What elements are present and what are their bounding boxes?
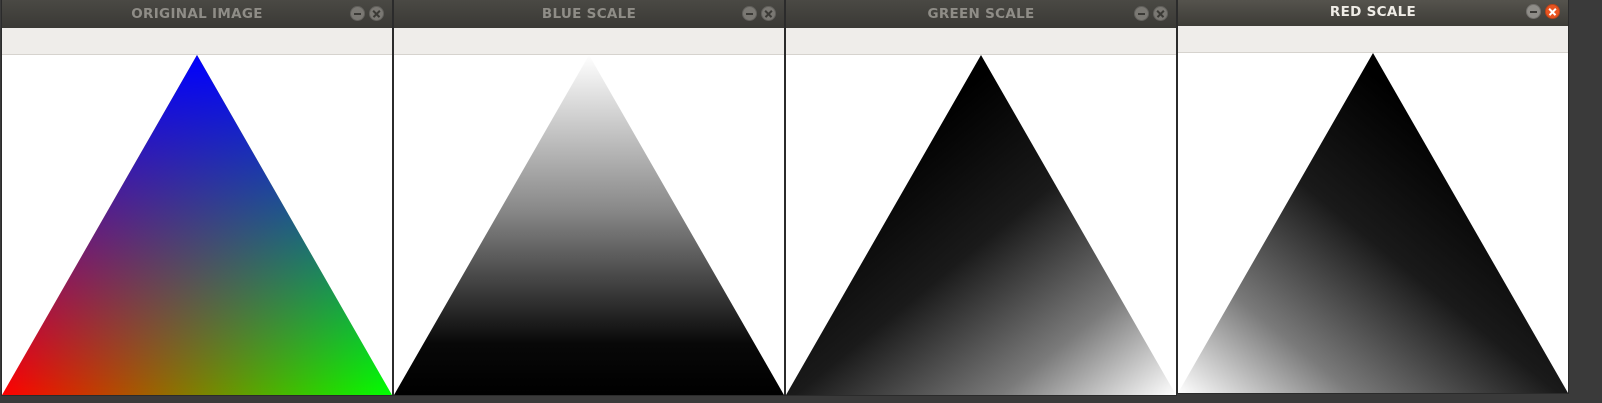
window-title: RED SCALE	[1329, 4, 1417, 20]
window-toolbar	[2, 28, 392, 55]
image-canvas	[786, 55, 1176, 395]
green-channel-triangle	[786, 55, 1176, 395]
minimize-icon[interactable]	[742, 6, 757, 21]
window-title: ORIGINAL IMAGE	[131, 6, 263, 22]
rgb-triangle-image	[2, 55, 392, 395]
close-icon[interactable]	[1545, 4, 1560, 19]
close-icon[interactable]	[761, 6, 776, 21]
window-toolbar	[394, 28, 784, 55]
window-title: BLUE SCALE	[541, 6, 637, 22]
window-title: GREEN SCALE	[927, 6, 1035, 22]
blue-channel-triangle	[394, 55, 784, 395]
window-titlebar[interactable]: RED SCALE	[1178, 0, 1568, 26]
window-controls	[1522, 4, 1560, 20]
red-channel-triangle	[1178, 53, 1568, 393]
image-canvas	[1178, 53, 1568, 393]
image-canvas	[394, 55, 784, 395]
window-titlebar[interactable]: BLUE SCALE	[394, 0, 784, 28]
window-red-scale: RED SCALE	[1178, 0, 1568, 393]
window-controls	[738, 6, 776, 22]
close-icon[interactable]	[1153, 6, 1168, 21]
minimize-icon[interactable]	[350, 6, 365, 21]
window-green-scale: GREEN SCALE	[786, 0, 1176, 395]
window-blue-scale: BLUE SCALE	[394, 0, 784, 395]
window-controls	[1130, 6, 1168, 22]
close-icon[interactable]	[369, 6, 384, 21]
window-controls	[346, 6, 384, 22]
minimize-icon[interactable]	[1526, 4, 1541, 19]
window-original-image: ORIGINAL IMAGE	[2, 0, 392, 395]
window-toolbar	[786, 28, 1176, 55]
window-titlebar[interactable]: ORIGINAL IMAGE	[2, 0, 392, 28]
minimize-icon[interactable]	[1134, 6, 1149, 21]
window-titlebar[interactable]: GREEN SCALE	[786, 0, 1176, 28]
window-toolbar	[1178, 26, 1568, 53]
image-canvas	[2, 55, 392, 395]
